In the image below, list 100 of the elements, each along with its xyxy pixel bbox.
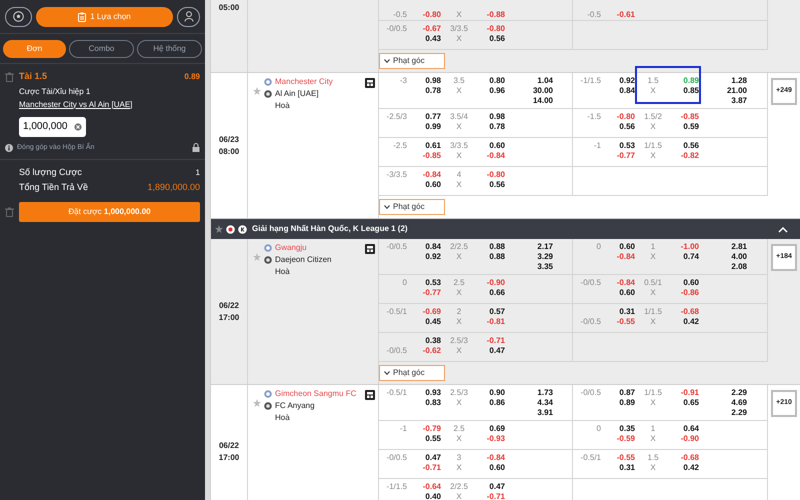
odds-value[interactable]: 2.29	[731, 408, 747, 418]
odds-value[interactable]: -0.62	[422, 346, 441, 356]
odds-value[interactable]: 0.74	[683, 252, 699, 262]
odds-value[interactable]: 0.31	[619, 463, 635, 473]
odds-value[interactable]: -0.71	[486, 492, 505, 500]
odds-value[interactable]: -0.84	[616, 278, 635, 288]
user-button[interactable]	[177, 6, 200, 26]
odds-value[interactable]: 0.92	[619, 76, 635, 86]
odds-value[interactable]: 0.90	[489, 388, 505, 398]
odds-value[interactable]: -0.64	[422, 482, 441, 492]
odds-value[interactable]: 2.81	[731, 242, 747, 252]
odds-value[interactable]: 0.77	[425, 112, 441, 122]
odds-value[interactable]: -0.59	[616, 434, 635, 444]
odds-value[interactable]: -0.80	[486, 24, 505, 34]
odds-value[interactable]: 0.31	[619, 307, 635, 317]
odds-value[interactable]: 0.89	[619, 398, 635, 408]
odds-value[interactable]: -0.88	[486, 10, 505, 20]
odds-value[interactable]: 3.29	[537, 252, 553, 262]
corner-button[interactable]: Phạt góc	[379, 53, 445, 69]
slip-tab[interactable]: Hệ thống	[137, 40, 202, 58]
odds-value[interactable]: -0.90	[680, 434, 699, 444]
odds-value[interactable]: 0.78	[425, 86, 441, 96]
odds-value[interactable]: -0.93	[486, 434, 505, 444]
odds-value[interactable]: -0.81	[486, 317, 505, 327]
odds-value[interactable]: -0.84	[486, 453, 505, 463]
odds-value[interactable]: 0.84	[425, 242, 441, 252]
odds-value[interactable]: 0.35	[619, 424, 635, 434]
odds-value[interactable]: 0.61	[425, 141, 441, 151]
odds-value[interactable]: 0.60	[683, 278, 699, 288]
odds-value[interactable]: 0.65	[683, 398, 699, 408]
odds-value[interactable]: 0.96	[489, 86, 505, 96]
odds-value[interactable]: 0.85	[683, 86, 699, 96]
odds-value[interactable]: -1.00	[680, 242, 699, 252]
odds-value[interactable]: 21.00	[726, 86, 747, 96]
odds-value[interactable]: 0.69	[489, 424, 505, 434]
odds-value[interactable]: 0.92	[425, 252, 441, 262]
odds-value[interactable]: 0.83	[425, 398, 441, 408]
odds-value[interactable]: 30.00	[532, 86, 553, 96]
odds-value[interactable]: -0.80	[616, 112, 635, 122]
odds-value[interactable]: 1.04	[537, 76, 553, 86]
odds-value[interactable]: 0.87	[619, 388, 635, 398]
odds-value[interactable]: -0.85	[680, 112, 699, 122]
odds-value[interactable]: -0.71	[422, 463, 441, 473]
odds-value[interactable]: 0.64	[683, 424, 699, 434]
odds-value[interactable]: -0.68	[680, 453, 699, 463]
odds-value[interactable]: 0.38	[425, 336, 441, 346]
odds-value[interactable]: 0.47	[489, 346, 505, 356]
odds-value[interactable]: 0.98	[425, 76, 441, 86]
odds-value[interactable]: 2.08	[731, 262, 747, 272]
odds-value[interactable]: 0.56	[619, 122, 635, 132]
ball-button[interactable]	[5, 6, 32, 26]
odds-value[interactable]: 3.87	[731, 96, 747, 106]
odds-value[interactable]: 0.60	[619, 242, 635, 252]
odds-value[interactable]: 0.42	[683, 317, 699, 327]
odds-value[interactable]: -0.61	[616, 10, 635, 20]
odds-value[interactable]: 0.60	[489, 463, 505, 473]
corner-button[interactable]: Phạt góc	[379, 199, 445, 215]
odds-value[interactable]: 1.73	[537, 388, 553, 398]
odds-value[interactable]: 0.60	[425, 180, 441, 190]
odds-value[interactable]: 0.59	[683, 122, 699, 132]
slip-tab[interactable]: Combo	[69, 40, 134, 58]
odds-value[interactable]: 0.43	[425, 34, 441, 44]
odds-value[interactable]: 0.56	[489, 34, 505, 44]
odds-value[interactable]: 4.00	[731, 252, 747, 262]
stake-input[interactable]: 1,000,000	[19, 116, 86, 136]
odds-value[interactable]: 0.66	[489, 288, 505, 298]
odds-value[interactable]: -0.85	[422, 151, 441, 161]
odds-value[interactable]: -0.77	[422, 288, 441, 298]
odds-value[interactable]: 0.56	[683, 141, 699, 151]
odds-value[interactable]: 0.84	[619, 86, 635, 96]
odds-value[interactable]: 4.69	[731, 398, 747, 408]
odds-value[interactable]: -0.90	[486, 278, 505, 288]
odds-value[interactable]: -0.80	[486, 170, 505, 180]
odds-value[interactable]: 0.60	[619, 288, 635, 298]
odds-value[interactable]: 0.88	[489, 252, 505, 262]
odds-value[interactable]: -0.69	[422, 307, 441, 317]
odds-value[interactable]: -0.86	[680, 288, 699, 298]
odds-value[interactable]: 4.34	[537, 398, 553, 408]
odds-value[interactable]: 0.80	[489, 76, 505, 86]
odds-value[interactable]: 0.55	[425, 434, 441, 444]
odds-value[interactable]: 3.35	[537, 262, 553, 272]
odds-value[interactable]: -0.82	[680, 151, 699, 161]
odds-value[interactable]: 0.86	[489, 398, 505, 408]
odds-value[interactable]: -0.77	[616, 151, 635, 161]
odds-value[interactable]: 0.47	[425, 453, 441, 463]
odds-value[interactable]: 0.78	[489, 122, 505, 132]
odds-value[interactable]: 0.93	[425, 388, 441, 398]
odds-value[interactable]: 0.88	[489, 242, 505, 252]
odds-value[interactable]: 0.45	[425, 317, 441, 327]
odds-value[interactable]: -0.84	[422, 170, 441, 180]
odds-value[interactable]: -0.55	[616, 317, 635, 327]
odds-value[interactable]: -0.67	[422, 24, 441, 34]
odds-value[interactable]: -0.84	[616, 252, 635, 262]
odds-value[interactable]: 0.47	[489, 482, 505, 492]
odds-value[interactable]: -0.80	[422, 10, 441, 20]
odds-value[interactable]: 14.00	[532, 96, 553, 106]
odds-value[interactable]: 0.53	[425, 278, 441, 288]
odds-value[interactable]: 2.29	[731, 388, 747, 398]
odds-value[interactable]: 2.17	[537, 242, 553, 252]
odds-value[interactable]: 0.53	[619, 141, 635, 151]
